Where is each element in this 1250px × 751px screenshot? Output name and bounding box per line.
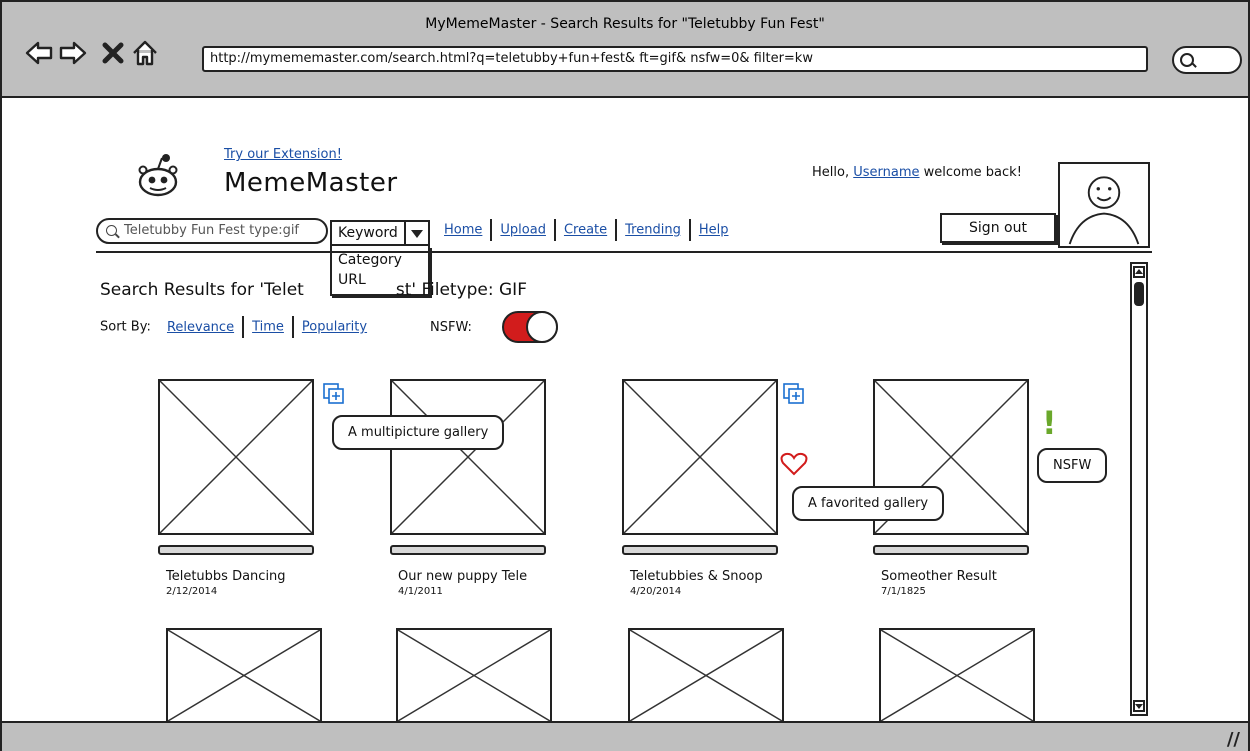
greeting-suffix: welcome back!: [923, 165, 1022, 180]
resize-grip-icon[interactable]: //: [1227, 729, 1240, 750]
image-placeholder[interactable]: [396, 628, 552, 721]
menu-divider: [688, 219, 691, 241]
gallery-icon[interactable]: [322, 382, 346, 406]
search-icon: [106, 225, 117, 236]
search-icon: [1180, 53, 1194, 67]
image-placeholder[interactable]: [879, 628, 1035, 721]
gallery-icon[interactable]: [782, 382, 806, 406]
gallery-callout: A multipicture gallery: [332, 415, 505, 450]
menu-divider: [553, 219, 556, 241]
results-title-right: st' Filetype: GIF: [395, 280, 527, 300]
sort-label: Sort By:: [100, 319, 151, 335]
card-title[interactable]: Someother Result: [873, 569, 1029, 584]
card-title[interactable]: Teletubbs Dancing: [158, 569, 314, 584]
window-title: MyMemeMaster - Search Results for "Telet…: [425, 16, 825, 32]
favorited-callout: A favorited gallery: [792, 486, 945, 521]
stop-x-icon[interactable]: [98, 38, 128, 68]
sort-bar: Sort By: Relevance Time Popularity: [100, 316, 367, 338]
image-placeholder[interactable]: [166, 628, 322, 721]
nsfw-callout: NSFW: [1037, 448, 1108, 483]
menu-item-upload[interactable]: Upload: [500, 223, 546, 238]
toggle-knob[interactable]: [526, 311, 558, 343]
card-bar: [873, 545, 1029, 555]
sign-out-button[interactable]: Sign out: [940, 213, 1056, 243]
results-title: Search Results for 'Telet st' Filetype: G…: [100, 280, 527, 300]
header-divider: [96, 251, 1152, 253]
nsfw-toggle[interactable]: [502, 311, 558, 343]
card-title[interactable]: Our new puppy Tele: [390, 569, 546, 584]
image-placeholder[interactable]: [628, 628, 784, 721]
address-bar[interactable]: http://mymememaster.com/search.html?q=te…: [202, 46, 1148, 72]
heart-icon[interactable]: [780, 452, 808, 476]
image-placeholder[interactable]: [622, 379, 778, 535]
greeting: Hello, Username welcome back!: [812, 165, 1022, 180]
greeting-prefix: Hello,: [812, 165, 850, 180]
sort-divider: [291, 316, 294, 338]
card-bar: [622, 545, 778, 555]
result-card[interactable]: Teletubbs Dancing 2/12/2014: [158, 379, 314, 597]
nsfw-warning-icon: !: [1042, 404, 1057, 442]
menu-divider: [490, 219, 493, 241]
username-link[interactable]: Username: [853, 165, 919, 180]
menu-item-trending[interactable]: Trending: [625, 223, 681, 238]
status-bar: //: [2, 721, 1248, 751]
scroll-up-icon[interactable]: [1133, 266, 1145, 278]
main-menu: Home Upload Create Trending Help: [444, 219, 728, 241]
menu-item-home[interactable]: Home: [444, 223, 482, 238]
card-title[interactable]: Teletubbies & Snoop: [622, 569, 778, 584]
image-placeholder[interactable]: [158, 379, 314, 535]
scroll-down-icon[interactable]: [1133, 700, 1145, 712]
chevron-down-icon[interactable]: [404, 222, 428, 244]
sort-divider: [242, 316, 245, 338]
logo-icon: [138, 154, 178, 197]
card-date: 4/20/2014: [630, 586, 682, 597]
browser-window: MyMemeMaster - Search Results for "Telet…: [0, 0, 1250, 751]
browser-search-button[interactable]: [1172, 46, 1242, 74]
back-arrow-icon[interactable]: [24, 38, 54, 68]
sort-popularity-link[interactable]: Popularity: [302, 320, 367, 335]
filter-select-value: Keyword: [338, 225, 398, 241]
sort-time-link[interactable]: Time: [252, 320, 284, 335]
result-card[interactable]: Teletubbies & Snoop 4/20/2014: [622, 379, 778, 597]
forward-arrow-icon[interactable]: [58, 38, 88, 68]
browser-chrome: MyMemeMaster - Search Results for "Telet…: [2, 2, 1248, 98]
filter-option-category[interactable]: Category: [338, 250, 428, 270]
search-input-value: Teletubby Fun Fest type:gif: [124, 223, 300, 238]
image-placeholder[interactable]: [390, 379, 546, 535]
nsfw-label: NSFW:: [430, 320, 472, 335]
menu-divider: [615, 219, 618, 241]
card-bar: [158, 545, 314, 555]
search-input[interactable]: Teletubby Fun Fest type:gif: [96, 218, 328, 244]
card-date: 7/1/1825: [881, 586, 926, 597]
menu-item-create[interactable]: Create: [564, 223, 607, 238]
card-bar: [390, 545, 546, 555]
home-icon[interactable]: [130, 38, 160, 68]
results-title-left: Search Results for 'Telet: [100, 280, 304, 300]
sort-relevance-link[interactable]: Relevance: [167, 320, 234, 335]
card-date: 4/1/2011: [398, 586, 443, 597]
result-card[interactable]: Our new puppy Tele 4/1/2011: [390, 379, 546, 597]
filter-select[interactable]: Keyword: [330, 220, 430, 246]
try-extension-link[interactable]: Try our Extension!: [224, 147, 342, 162]
scrollbar[interactable]: [1130, 262, 1148, 716]
avatar[interactable]: [1058, 162, 1150, 248]
scrollbar-thumb[interactable]: [1134, 282, 1144, 306]
brand-name: MemeMaster: [224, 168, 398, 198]
card-date: 2/12/2014: [166, 586, 218, 597]
menu-item-help[interactable]: Help: [699, 223, 729, 238]
